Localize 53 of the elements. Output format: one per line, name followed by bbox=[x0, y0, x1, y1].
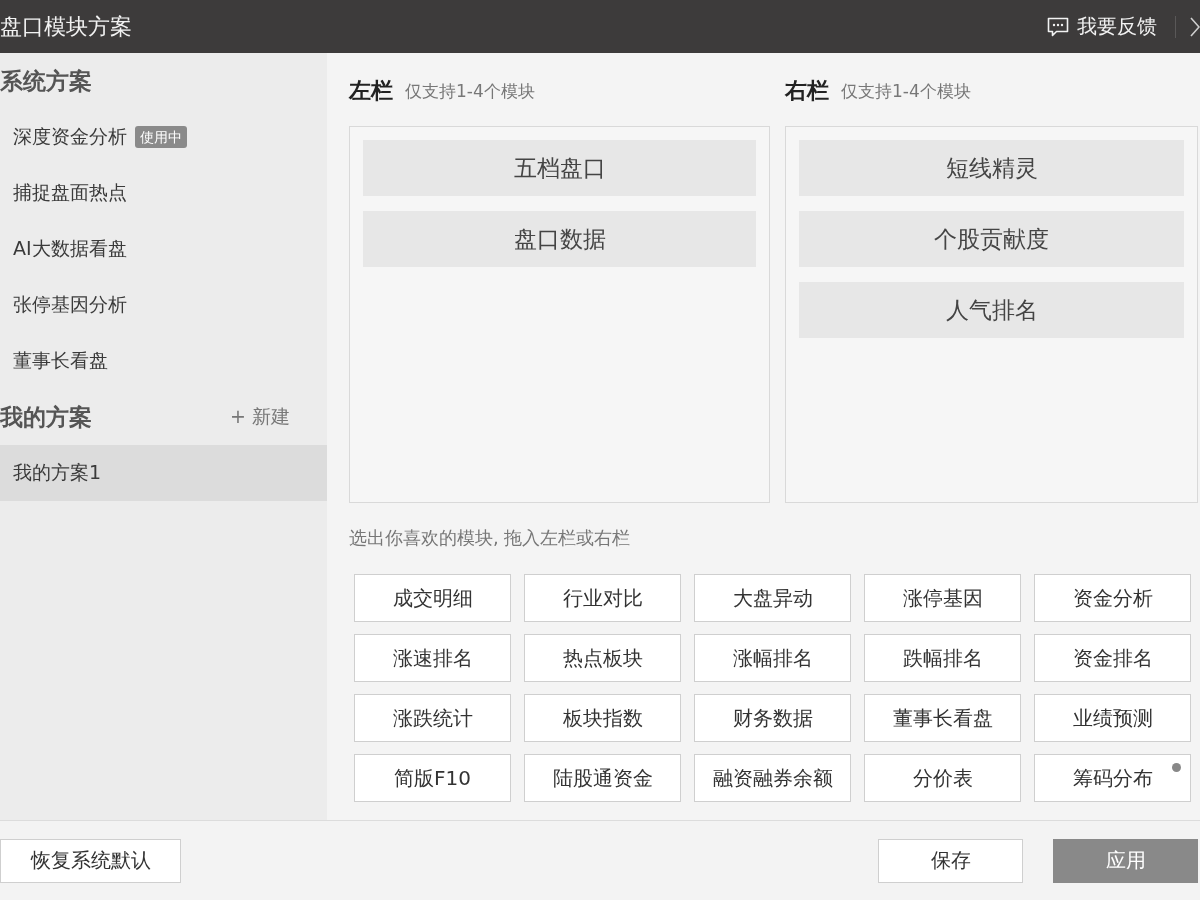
plan-list-item[interactable]: 董事长看盘 bbox=[0, 333, 327, 389]
section-title: 我的方案 bbox=[0, 402, 92, 432]
window-title: 盘口模块方案 bbox=[0, 12, 133, 41]
module-button[interactable]: 资金排名 bbox=[1034, 634, 1191, 682]
module-button[interactable]: 资金分析 bbox=[1034, 574, 1191, 622]
plan-name: 捕捉盘面热点 bbox=[13, 180, 127, 205]
column-title: 左栏 bbox=[349, 77, 393, 105]
column-note: 仅支持1-4个模块 bbox=[841, 79, 971, 103]
plan-list-item[interactable]: AI大数据看盘 bbox=[0, 221, 327, 277]
module-button[interactable]: 热点板块 bbox=[524, 634, 681, 682]
module-button[interactable]: 板块指数 bbox=[524, 694, 681, 742]
module-slot[interactable]: 人气排名 bbox=[799, 282, 1184, 338]
plan-list-item[interactable]: 深度资金分析 使用中 bbox=[0, 109, 327, 165]
plan-name: 张停基因分析 bbox=[13, 292, 127, 317]
plan-name: 我的方案1 bbox=[13, 460, 102, 485]
module-button[interactable]: 成交明细 bbox=[354, 574, 511, 622]
module-button[interactable]: 涨停基因 bbox=[864, 574, 1021, 622]
module-button[interactable]: 大盘异动 bbox=[694, 574, 851, 622]
column-title: 右栏 bbox=[785, 77, 829, 105]
section-title: 系统方案 bbox=[0, 66, 92, 96]
module-button[interactable]: 融资融券余额 bbox=[694, 754, 851, 802]
module-button[interactable]: 陆股通资金 bbox=[524, 754, 681, 802]
plan-list-item[interactable]: 我的方案1 bbox=[0, 445, 327, 501]
module-button[interactable]: 财务数据 bbox=[694, 694, 851, 742]
module-button[interactable]: 筹码分布 bbox=[1034, 754, 1191, 802]
module-slot[interactable]: 短线精灵 bbox=[799, 140, 1184, 196]
plan-name: 深度资金分析 bbox=[13, 124, 127, 149]
hint-text: 选出你喜欢的模块, 拖入左栏或右栏 bbox=[349, 526, 632, 550]
module-button[interactable]: 董事长看盘 bbox=[864, 694, 1021, 742]
chat-bubble-icon bbox=[1047, 15, 1069, 38]
module-button[interactable]: 分价表 bbox=[864, 754, 1021, 802]
footer-button[interactable]: 保存 bbox=[878, 838, 1023, 883]
module-button[interactable]: 简版F10 bbox=[354, 754, 511, 802]
in-use-badge: 使用中 bbox=[135, 126, 187, 148]
module-slot[interactable]: 五档盘口 bbox=[363, 140, 756, 196]
module-button[interactable]: 涨速排名 bbox=[354, 634, 511, 682]
module-slot[interactable]: 个股贡献度 bbox=[799, 211, 1184, 267]
module-button[interactable]: 业绩预测 bbox=[1034, 694, 1191, 742]
module-button[interactable]: 跌幅排名 bbox=[864, 634, 1021, 682]
plan-list-item[interactable]: 张停基因分析 bbox=[0, 277, 327, 333]
chevron-right-icon[interactable] bbox=[1190, 16, 1200, 37]
module-slot[interactable]: 盘口数据 bbox=[363, 211, 756, 267]
module-button[interactable]: 涨幅排名 bbox=[694, 634, 851, 682]
module-button[interactable]: 涨跌统计 bbox=[354, 694, 511, 742]
plan-name: 董事长看盘 bbox=[13, 348, 108, 373]
plan-list-item[interactable]: 捕捉盘面热点 bbox=[0, 165, 327, 221]
column-note: 仅支持1-4个模块 bbox=[405, 79, 535, 103]
module-button[interactable]: 行业对比 bbox=[524, 574, 681, 622]
new-plan-link[interactable]: + 新建 bbox=[230, 404, 290, 430]
plan-name: AI大数据看盘 bbox=[13, 236, 127, 261]
feedback-button[interactable]: 我要反馈 bbox=[1047, 13, 1157, 40]
footer-button[interactable]: 恢复系统默认 bbox=[0, 838, 181, 883]
apply-button[interactable]: 应用 bbox=[1053, 838, 1198, 883]
